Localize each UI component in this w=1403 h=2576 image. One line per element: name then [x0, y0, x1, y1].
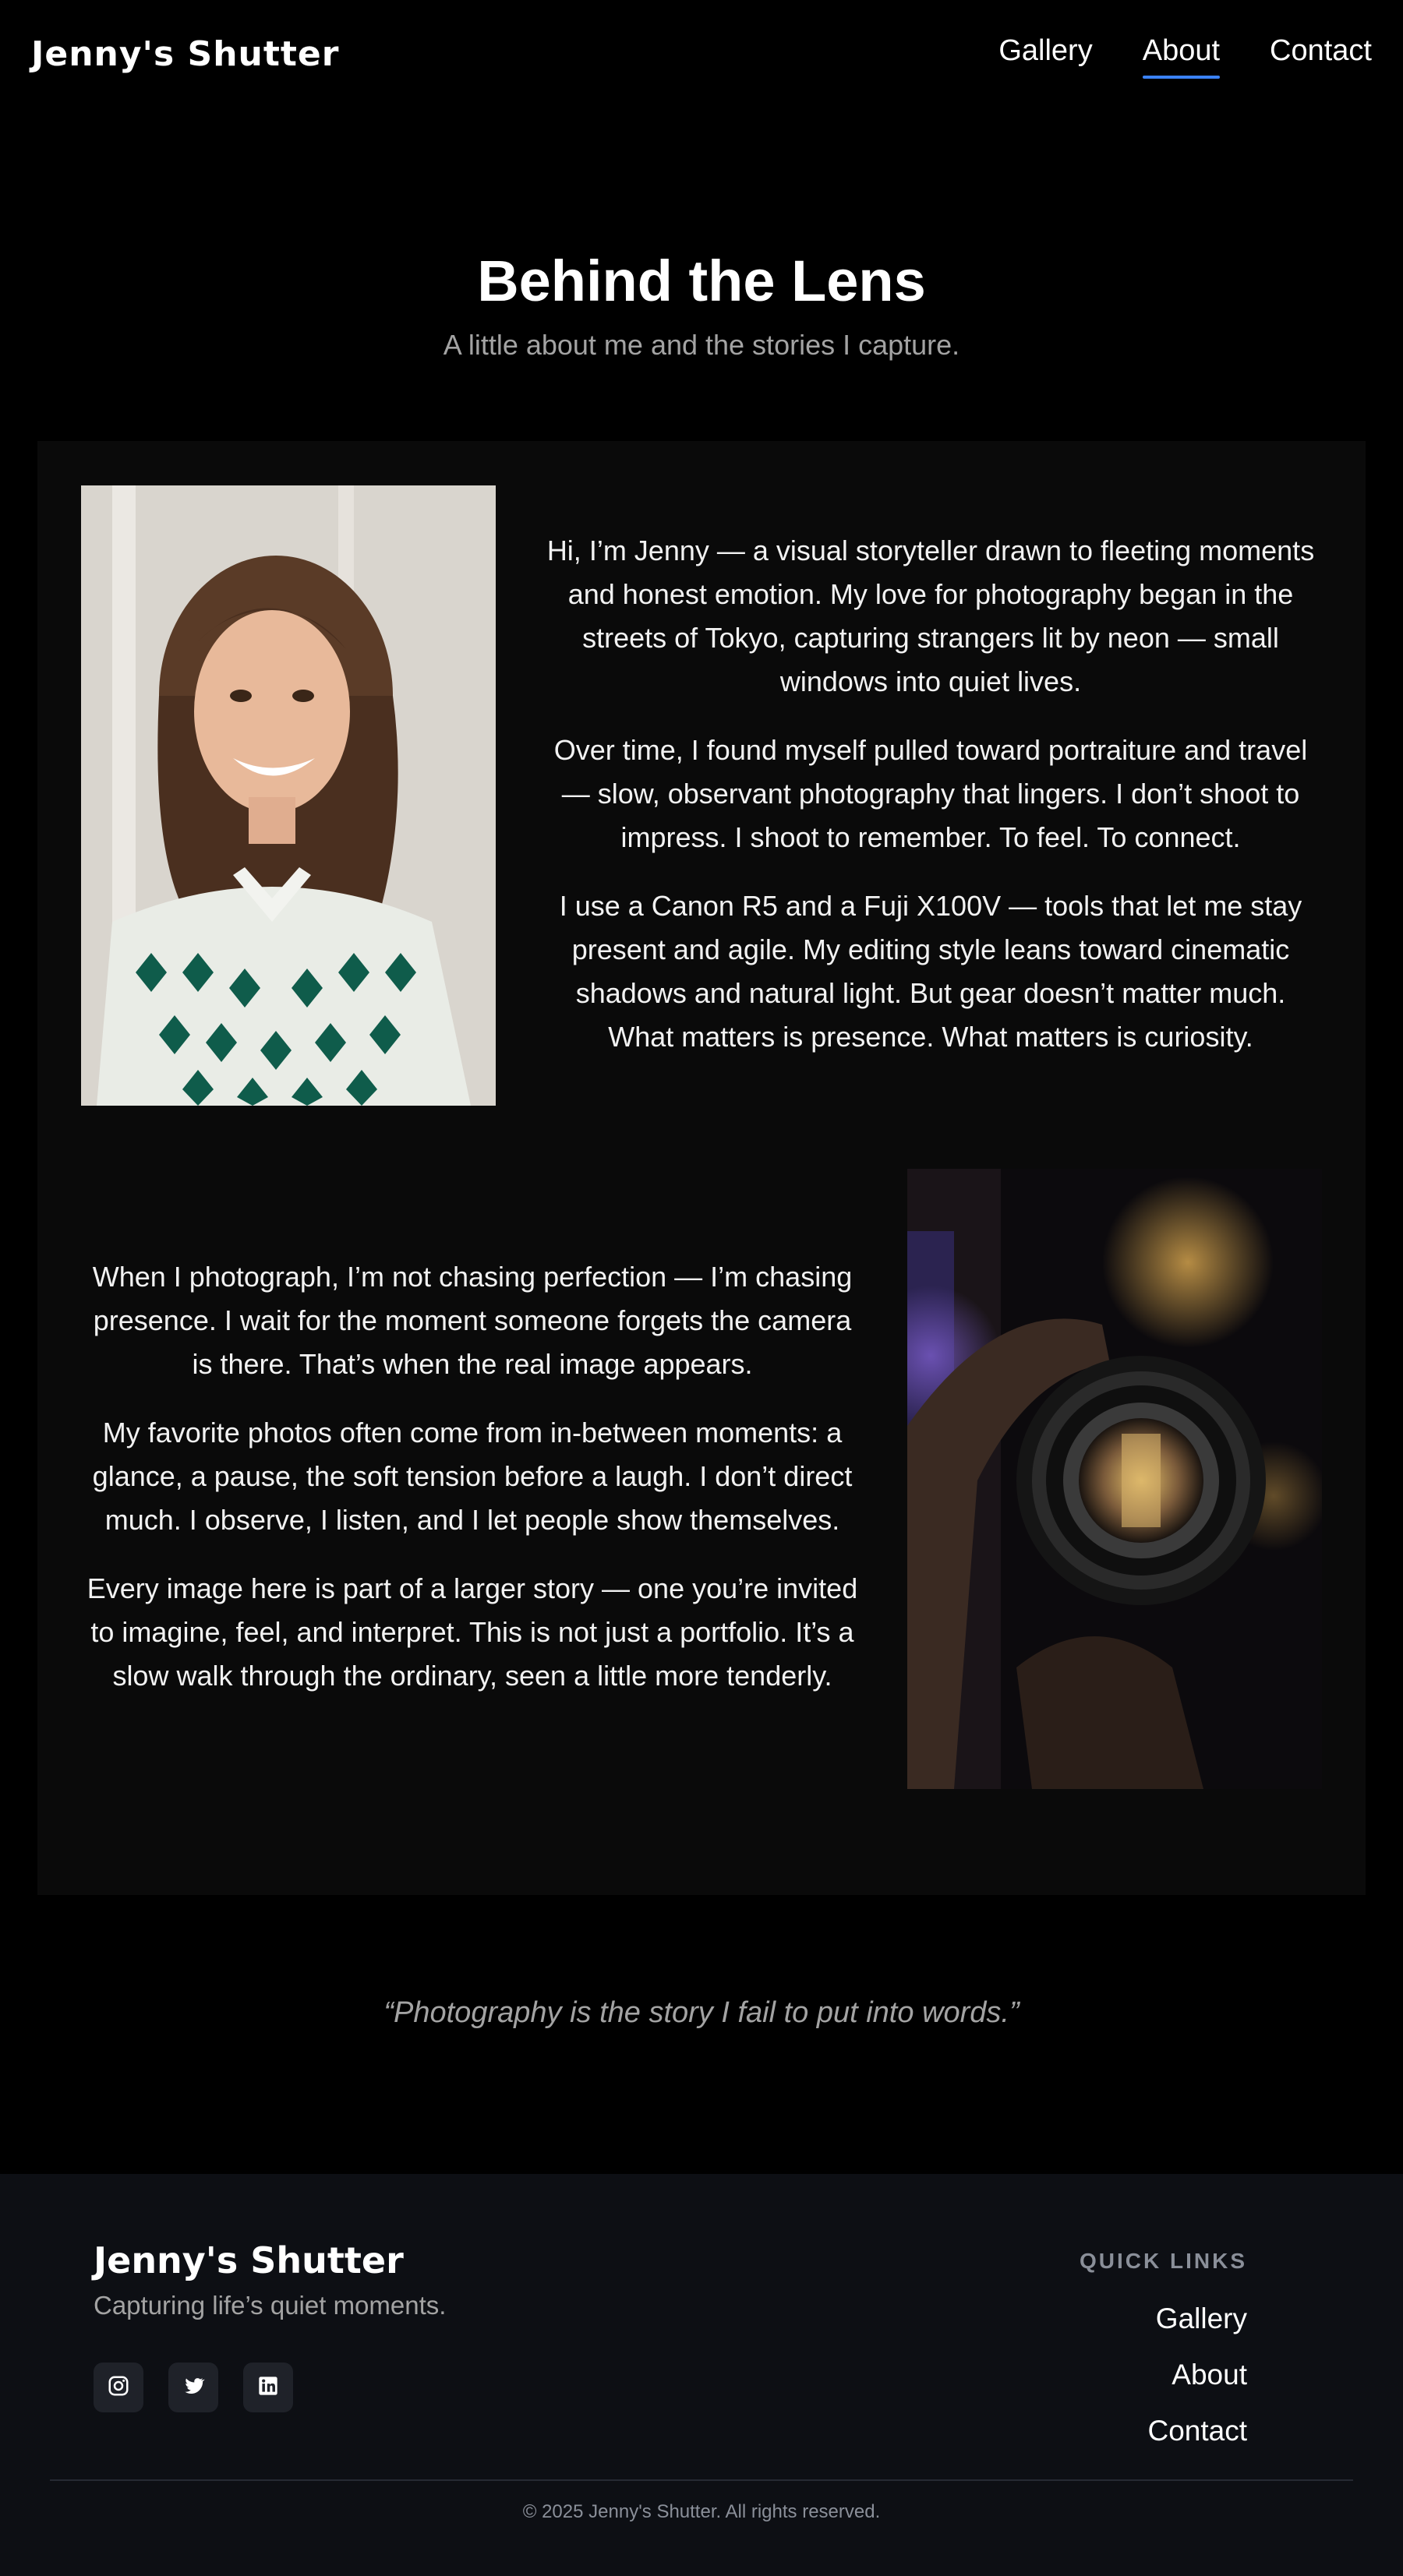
about-text-intro: Hi, I’m Jenny — a visual storyteller dra… [539, 529, 1322, 1084]
nav-about[interactable]: About [1142, 34, 1221, 79]
footer-link-gallery[interactable]: Gallery [1147, 2291, 1247, 2347]
about-text-approach: When I photograph, I’m not chasing perfe… [81, 1255, 864, 1723]
nav-contact[interactable]: Contact [1270, 34, 1372, 79]
site-header: Jenny's Shutter Gallery About Contact [0, 0, 1403, 109]
quick-links-title: QUICK LINKS [1080, 2249, 1247, 2273]
about-card: Hi, I’m Jenny — a visual storyteller dra… [37, 441, 1366, 1895]
about-paragraph: I use a Canon R5 and a Fuji X100V — tool… [559, 890, 1302, 1053]
site-logo[interactable]: Jenny's Shutter [31, 34, 339, 74]
page-title: Behind the Lens [477, 249, 926, 313]
footer-divider [50, 2479, 1353, 2481]
linkedin-icon [257, 2375, 279, 2401]
footer-link-contact[interactable]: Contact [1147, 2403, 1247, 2459]
linkedin-button[interactable] [243, 2363, 293, 2412]
about-paragraph: My favorite photos often come from in-be… [92, 1417, 853, 1536]
footer-link-about[interactable]: About [1147, 2347, 1247, 2403]
page-subtitle: A little about me and the stories I capt… [443, 329, 960, 361]
portrait-photo [81, 485, 496, 1106]
about-paragraph: Hi, I’m Jenny — a visual storyteller dra… [546, 535, 1315, 697]
quote-text: “Photography is the story I fail to put … [383, 1996, 1020, 2029]
footer-tagline: Capturing life’s quiet moments. [94, 2291, 447, 2320]
twitter-icon [182, 2374, 205, 2401]
footer-brand: Jenny's Shutter [94, 2239, 404, 2281]
main-nav: Gallery About Contact [998, 34, 1372, 79]
site-footer: Jenny's Shutter Capturing life’s quiet m… [0, 2174, 1403, 2576]
social-links [94, 2363, 293, 2412]
lens-photo [907, 1169, 1322, 1789]
about-paragraph: Every image here is part of a larger sto… [87, 1572, 858, 1692]
about-paragraph: Over time, I found myself pulled toward … [553, 734, 1308, 853]
quick-links: Gallery About Contact [1147, 2291, 1247, 2459]
nav-gallery[interactable]: Gallery [998, 34, 1092, 79]
instagram-icon [107, 2374, 130, 2401]
twitter-button[interactable] [168, 2363, 218, 2412]
about-paragraph: When I photograph, I’m not chasing perfe… [92, 1261, 853, 1380]
copyright-text: © 2025 Jenny's Shutter. All rights reser… [522, 2501, 881, 2522]
instagram-button[interactable] [94, 2363, 143, 2412]
